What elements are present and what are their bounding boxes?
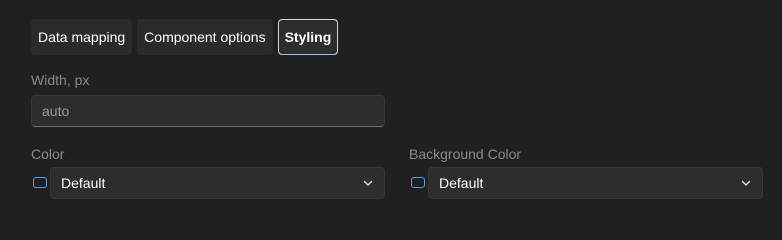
color-select-value: Default	[61, 175, 106, 191]
color-label: Color	[31, 146, 65, 162]
width-label: Width, px	[31, 72, 90, 88]
tab-label: Component options	[144, 29, 266, 45]
width-input[interactable]	[31, 95, 385, 127]
tab-styling[interactable]: Styling	[277, 19, 339, 55]
tab-bar: Data mapping Component options Styling	[31, 19, 339, 55]
tab-label: Styling	[284, 29, 332, 45]
color-swatch-icon[interactable]	[33, 177, 47, 188]
tab-component-options[interactable]: Component options	[137, 19, 273, 55]
chevron-down-icon	[362, 177, 374, 189]
tab-data-mapping[interactable]: Data mapping	[31, 19, 133, 55]
color-swatch-icon[interactable]	[411, 177, 425, 188]
chevron-down-icon	[740, 177, 752, 189]
background-color-label: Background Color	[409, 146, 522, 162]
color-select[interactable]: Default	[50, 167, 385, 199]
background-color-select[interactable]: Default	[428, 167, 763, 199]
tab-label: Data mapping	[38, 29, 126, 45]
background-color-select-value: Default	[439, 175, 484, 191]
